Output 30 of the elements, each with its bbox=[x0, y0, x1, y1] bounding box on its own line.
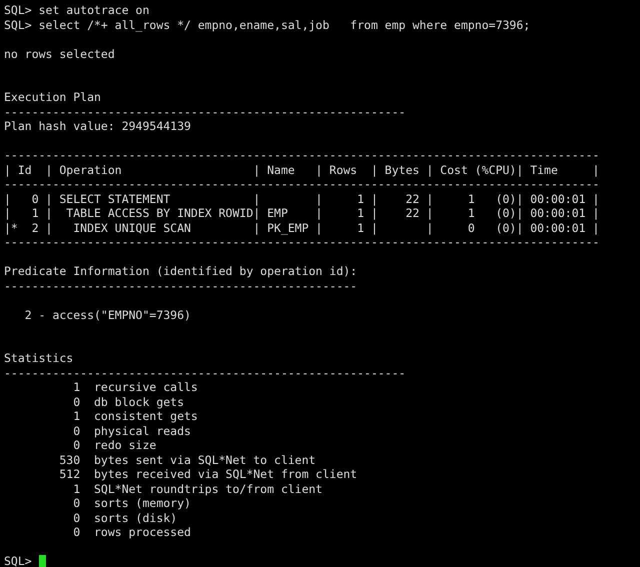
dashed-rule: ---------------------------------------------------------- bbox=[4, 366, 406, 380]
terminal-line: no rows selected bbox=[4, 46, 115, 60]
terminal-line: 1 consistent gets bbox=[72, 409, 198, 423]
dashed-rule: -------------------------------------------------------------------------------------- bbox=[4, 177, 600, 191]
terminal-line: 0 rows processed bbox=[72, 525, 191, 539]
terminal-line: Plan hash value: 2949544139 bbox=[4, 119, 191, 133]
terminal-line: 512 bytes received via SQL*Net from client bbox=[58, 467, 358, 481]
terminal-line: Execution Plan bbox=[4, 90, 101, 104]
terminal-line: | Id | Operation | Name | Rows | Bytes | Cost (%CPU)| Time | bbox=[4, 162, 600, 176]
dashed-rule: ---------------------------------------------------------- bbox=[4, 104, 406, 118]
terminal-line: | 0 | SELECT STATEMENT | | 1 | 22 | 1 (0)| 00:00:01 | bbox=[4, 192, 600, 206]
terminal-line: 530 bytes sent via SQL*Net to client bbox=[58, 452, 316, 466]
terminal-line: 1 recursive calls bbox=[72, 380, 198, 394]
terminal-line: Predicate Information (identified by operation id): bbox=[4, 264, 358, 278]
prompt-text: SQL> bbox=[4, 554, 32, 567]
dashed-rule: -------------------------------------------------------------------------------------- bbox=[4, 235, 600, 249]
terminal-line: Statistics bbox=[4, 351, 74, 365]
terminal-line: 0 redo size bbox=[72, 438, 156, 452]
dashed-rule: -------------------------------------------------------------------------------------- bbox=[4, 148, 600, 162]
terminal-line: 2 - access("EMPNO"=7396) bbox=[24, 308, 191, 322]
terminal-line: SQL> select /*+ all_rows */ empno,ename,sal,job from emp where empno=7396; bbox=[4, 18, 530, 32]
terminal-line: 0 db block gets bbox=[72, 394, 184, 408]
terminal-line: |* 2 | INDEX UNIQUE SCAN | PK_EMP | 1 | | 0 (0)| 00:00:01 | bbox=[4, 220, 600, 234]
dashed-rule: --------------------------------------------------- bbox=[4, 278, 358, 292]
terminal-line: SQL> set autotrace on bbox=[4, 3, 150, 17]
terminal-line: 0 physical reads bbox=[72, 424, 191, 438]
terminal-line: 1 SQL*Net roundtrips to/from client bbox=[72, 482, 322, 496]
terminal-line: | 1 | TABLE ACCESS BY INDEX ROWID| EMP | 1 | 22 | 1 (0)| 00:00:01 | bbox=[4, 206, 600, 220]
terminal-line: 0 sorts (disk) bbox=[72, 510, 178, 524]
terminal-line: 0 sorts (memory) bbox=[72, 496, 191, 510]
